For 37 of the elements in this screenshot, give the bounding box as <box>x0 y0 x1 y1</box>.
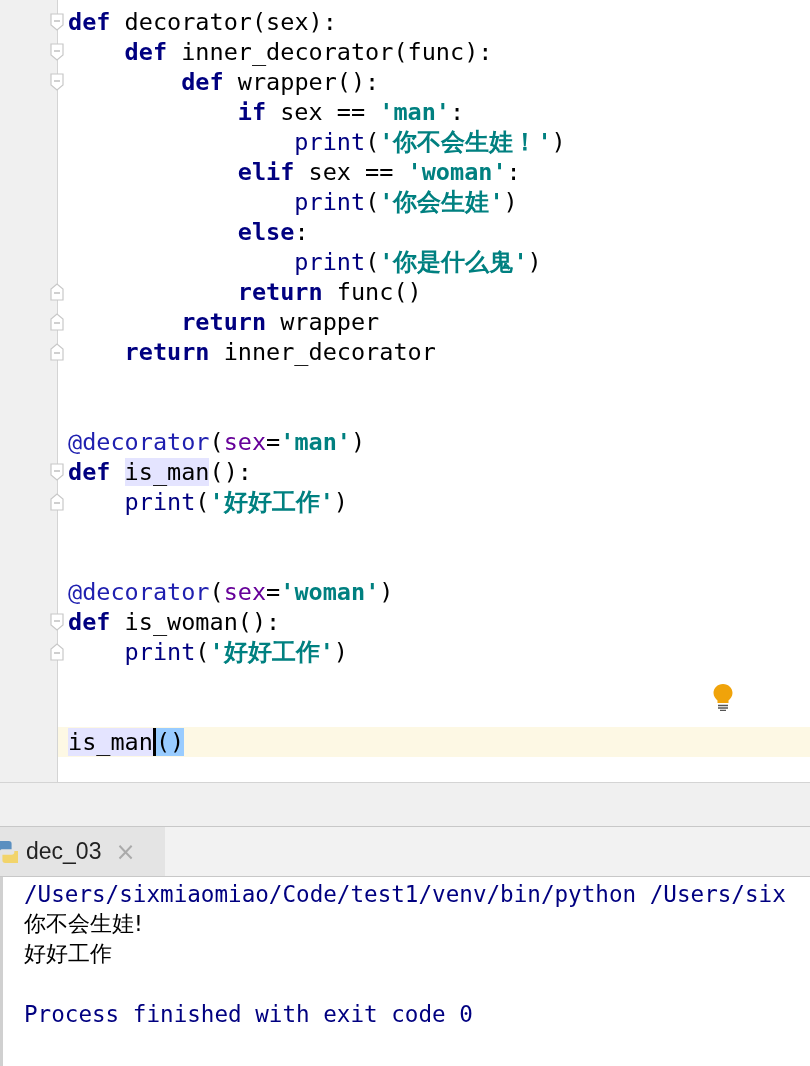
fold-marker-icon[interactable] <box>50 463 64 481</box>
fold-marker-icon[interactable] <box>50 343 64 361</box>
code-line: return func() <box>236 278 422 306</box>
code-line: return wrapper <box>180 308 380 336</box>
fold-marker-icon[interactable] <box>50 13 64 31</box>
code-line: @decorator(sex='man') <box>68 428 366 456</box>
fold-marker-icon[interactable] <box>50 493 64 511</box>
code-line: if sex == 'man': <box>236 98 465 126</box>
fold-marker-icon[interactable] <box>50 313 64 331</box>
code-line: print('你会生娃') <box>293 188 518 216</box>
python-logo-icon <box>0 838 18 865</box>
tab[interactable]: dec_03 × <box>0 827 165 876</box>
code-line: return inner_decorator <box>123 338 436 366</box>
code-line: print('好好工作') <box>123 488 348 516</box>
fold-marker-icon[interactable] <box>50 43 64 61</box>
code-line: print('你不会生娃！') <box>293 128 566 156</box>
code-line: def decorator(sex): <box>68 8 337 36</box>
code-line: print('好好工作') <box>123 638 348 666</box>
code-line: print('你是什么鬼') <box>293 248 542 276</box>
code-line: def wrapper(): <box>180 68 380 96</box>
console-line: Process finished with exit code 0 <box>24 1000 474 1029</box>
console-line: 好好工作 <box>24 940 113 968</box>
lightbulb-icon[interactable] <box>712 683 734 711</box>
fold-marker-icon[interactable] <box>50 643 64 661</box>
code-line: def is_man(): <box>68 458 252 486</box>
code-line: def inner_decorator(func): <box>123 38 493 66</box>
tab-label[interactable]: dec_03 <box>26 838 102 865</box>
console-line: /Users/sixmiaomiao/Code/test1/venv/bin/python /Users/six <box>24 880 787 909</box>
code-line: @decorator(sex='woman') <box>68 578 394 606</box>
fold-marker-icon[interactable] <box>50 73 64 91</box>
code-line: else: <box>236 218 309 246</box>
console-line: 你不会生娃! <box>24 910 144 938</box>
fold-marker-icon[interactable] <box>50 283 64 301</box>
code-line: elif sex == 'woman': <box>236 158 521 186</box>
fold-marker-icon[interactable] <box>50 613 64 631</box>
code-line: is_man() <box>68 728 185 756</box>
code-line: def is_woman(): <box>68 608 281 636</box>
